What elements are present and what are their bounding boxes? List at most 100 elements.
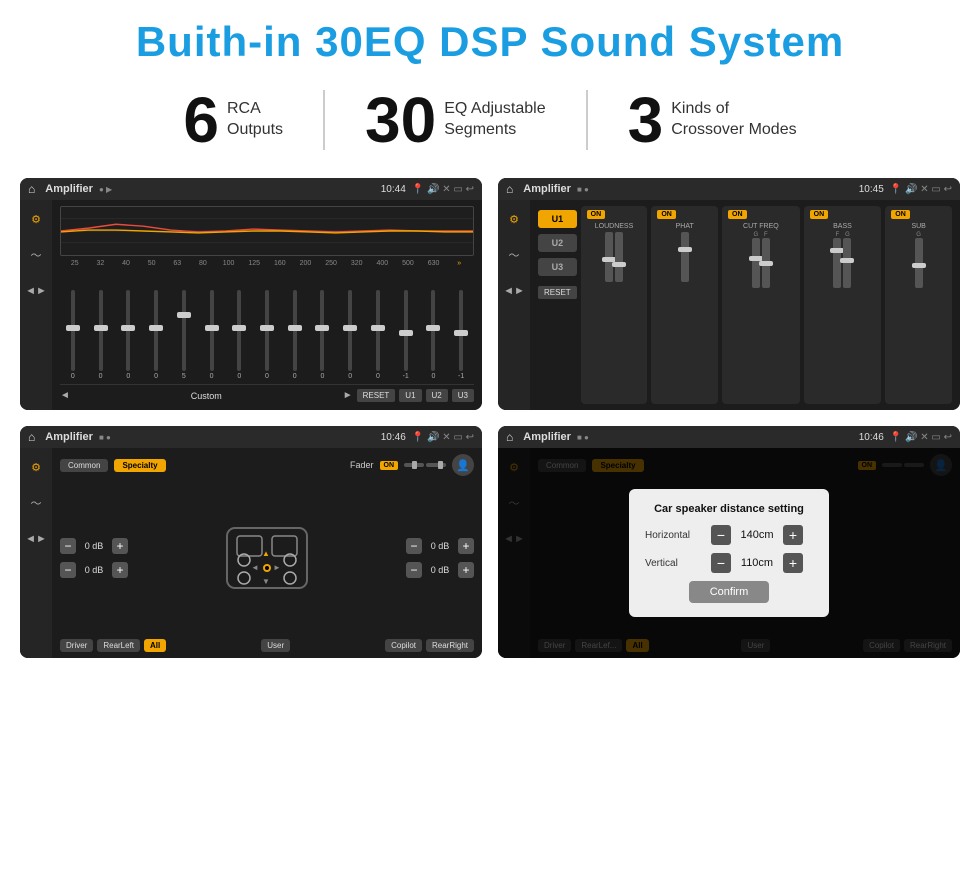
bass-thumb-g[interactable]	[840, 258, 854, 263]
left-front-plus[interactable]: +	[112, 538, 128, 554]
eq-track-4[interactable]	[182, 290, 186, 371]
eq-thumb-14[interactable]	[454, 330, 468, 336]
sub-slider-g[interactable]	[915, 238, 923, 288]
phat-on-btn[interactable]: ON	[657, 210, 676, 219]
driver-btn[interactable]: Driver	[60, 639, 93, 652]
eq-thumb-4[interactable]	[177, 312, 191, 318]
rearleft-btn[interactable]: RearLeft	[97, 639, 140, 652]
eq-slider-3[interactable]: 0	[143, 290, 169, 380]
copilot-btn[interactable]: Copilot	[385, 639, 422, 652]
rearright-btn[interactable]: RearRight	[426, 639, 474, 652]
right-front-plus[interactable]: +	[458, 538, 474, 554]
eq-u2-btn[interactable]: U2	[426, 389, 448, 402]
eq-track-3[interactable]	[154, 290, 158, 371]
eq-reset-btn[interactable]: RESET	[357, 389, 396, 402]
fader-h-track-2[interactable]	[426, 463, 446, 467]
eq-icon-3[interactable]: ⚙	[25, 456, 47, 478]
eq-slider-5[interactable]: 0	[199, 290, 225, 380]
bass-thumb-f[interactable]	[830, 248, 844, 253]
eq-slider-14[interactable]: -1	[448, 290, 474, 380]
eq-track-0[interactable]	[71, 290, 75, 371]
eq-track-9[interactable]	[320, 290, 324, 371]
speaker-icon-3[interactable]: ◄►	[25, 528, 47, 550]
all-btn[interactable]: All	[144, 639, 166, 652]
bass-on-btn[interactable]: ON	[810, 210, 829, 219]
eq-thumb-2[interactable]	[121, 325, 135, 331]
loudness-on-btn[interactable]: ON	[587, 210, 606, 219]
user-btn[interactable]: User	[261, 639, 290, 652]
bass-slider-g[interactable]	[843, 238, 851, 288]
eq-slider-1[interactable]: 0	[88, 290, 114, 380]
cutfreq-thumb-f[interactable]	[759, 261, 773, 266]
eq-slider-9[interactable]: 0	[310, 290, 336, 380]
settings-icon[interactable]: 👤	[452, 454, 474, 476]
eq-slider-2[interactable]: 0	[115, 290, 141, 380]
cutfreq-slider-f[interactable]	[762, 238, 770, 288]
left-rear-plus[interactable]: +	[112, 562, 128, 578]
eq-track-5[interactable]	[210, 290, 214, 371]
eq-track-10[interactable]	[348, 290, 352, 371]
eq-thumb-12[interactable]	[399, 330, 413, 336]
crossover-u1-btn[interactable]: U1	[538, 210, 577, 228]
dialog-horizontal-plus[interactable]: +	[783, 525, 803, 545]
eq-track-12[interactable]	[404, 290, 408, 371]
eq-icon[interactable]: ⚙	[25, 208, 47, 230]
crossover-u3-btn[interactable]: U3	[538, 258, 577, 276]
sub-thumb-g[interactable]	[912, 263, 926, 268]
eq-thumb-13[interactable]	[426, 325, 440, 331]
eq-thumb-8[interactable]	[288, 325, 302, 331]
eq-next-btn[interactable]: ►	[343, 390, 353, 401]
left-rear-minus[interactable]: −	[60, 562, 76, 578]
crossover-u2-btn[interactable]: U2	[538, 234, 577, 252]
right-front-minus[interactable]: −	[406, 538, 422, 554]
specialty-tab[interactable]: Specialty	[114, 459, 165, 472]
eq-track-1[interactable]	[99, 290, 103, 371]
eq-thumb-6[interactable]	[232, 325, 246, 331]
eq-thumb-0[interactable]	[66, 325, 80, 331]
speaker-icon-2[interactable]: ◄►	[503, 280, 525, 302]
confirm-button[interactable]: Confirm	[689, 581, 769, 603]
wave-icon-2[interactable]: 〜	[503, 244, 525, 266]
left-front-minus[interactable]: −	[60, 538, 76, 554]
right-rear-plus[interactable]: +	[458, 562, 474, 578]
eq-slider-0[interactable]: 0	[60, 290, 86, 380]
eq-slider-4[interactable]: 5	[171, 290, 197, 380]
eq-thumb-9[interactable]	[315, 325, 329, 331]
eq-track-14[interactable]	[459, 290, 463, 371]
eq-thumb-7[interactable]	[260, 325, 274, 331]
fader-h-thumb-2[interactable]	[438, 461, 443, 469]
home-icon-4[interactable]: ⌂	[506, 430, 513, 444]
eq-slider-7[interactable]: 0	[254, 290, 280, 380]
eq-slider-12[interactable]: -1	[393, 290, 419, 380]
right-rear-minus[interactable]: −	[406, 562, 422, 578]
speaker-icon[interactable]: ◄►	[25, 280, 47, 302]
eq-track-8[interactable]	[293, 290, 297, 371]
eq-slider-8[interactable]: 0	[282, 290, 308, 380]
freq-expand[interactable]: »	[446, 260, 472, 267]
crossover-reset-btn[interactable]: RESET	[538, 286, 577, 299]
eq-slider-11[interactable]: 0	[365, 290, 391, 380]
loudness-slider-1[interactable]	[605, 232, 613, 282]
wave-icon[interactable]: 〜	[25, 244, 47, 266]
eq-u3-btn[interactable]: U3	[452, 389, 474, 402]
loudness-thumb-2[interactable]	[612, 262, 626, 267]
eq-track-11[interactable]	[376, 290, 380, 371]
fader-h-track-1[interactable]	[404, 463, 424, 467]
home-icon[interactable]: ⌂	[28, 182, 35, 196]
eq-slider-10[interactable]: 0	[337, 290, 363, 380]
eq-thumb-5[interactable]	[205, 325, 219, 331]
cutfreq-on-btn[interactable]: ON	[728, 210, 747, 219]
loudness-slider-2[interactable]	[615, 232, 623, 282]
dialog-vertical-minus[interactable]: −	[711, 553, 731, 573]
eq-slider-13[interactable]: 0	[421, 290, 447, 380]
fader-on-btn[interactable]: ON	[380, 461, 399, 470]
eq-thumb-1[interactable]	[94, 325, 108, 331]
eq-track-13[interactable]	[431, 290, 435, 371]
eq-track-2[interactable]	[126, 290, 130, 371]
dialog-horizontal-minus[interactable]: −	[711, 525, 731, 545]
common-tab[interactable]: Common	[60, 459, 108, 472]
eq-track-6[interactable]	[237, 290, 241, 371]
eq-track-7[interactable]	[265, 290, 269, 371]
eq-u1-btn[interactable]: U1	[399, 389, 421, 402]
phat-slider[interactable]	[681, 232, 689, 282]
